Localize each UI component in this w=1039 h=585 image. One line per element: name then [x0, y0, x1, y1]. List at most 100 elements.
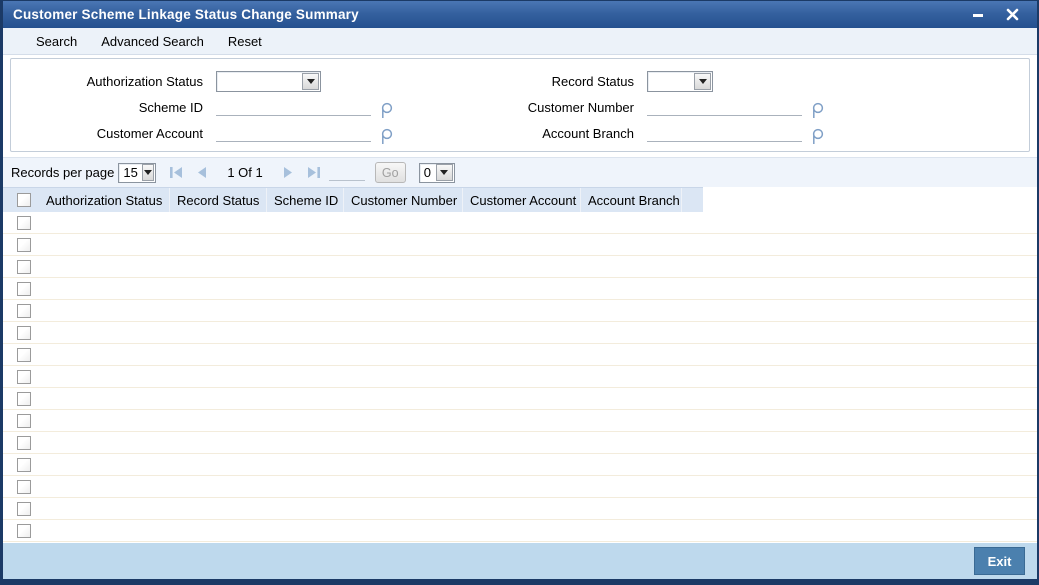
account-branch-input[interactable] [647, 124, 802, 142]
goto-page-input[interactable] [328, 164, 365, 181]
record-status-select[interactable] [647, 70, 713, 92]
row-checkbox[interactable] [17, 413, 31, 428]
row-checkbox-cell [3, 215, 39, 230]
table-row [3, 278, 1037, 300]
row-checkbox-cell [3, 413, 39, 428]
row-checkbox[interactable] [17, 215, 31, 230]
pagination-controls: 1 Of 1 [169, 165, 320, 180]
column-header-scheme-id[interactable]: Scheme ID [267, 188, 344, 212]
table-row [3, 476, 1037, 498]
row-checkbox[interactable] [17, 325, 31, 340]
row-checkbox-cell [3, 501, 39, 516]
customer-number-label: Customer Number [527, 99, 634, 115]
select-all-checkbox[interactable] [17, 193, 31, 207]
table-row [3, 498, 1037, 520]
go-button[interactable]: Go [374, 162, 406, 183]
app-window: Customer Scheme Linkage Status Change Su… [0, 0, 1039, 585]
chevron-down-icon[interactable] [141, 164, 155, 181]
table-row [3, 366, 1037, 388]
customer-account-lookup-icon[interactable] [380, 128, 393, 145]
table-row [3, 322, 1037, 344]
form-left-column: Authorization Status Scheme ID Customer … [11, 68, 520, 151]
row-checkbox-cell [3, 369, 39, 384]
column-header-account-branch[interactable]: Account Branch [581, 188, 682, 212]
row-checkbox[interactable] [17, 237, 31, 252]
row-checkbox[interactable] [17, 259, 31, 274]
toolbar: Search Advanced Search Reset [3, 28, 1037, 55]
window-controls [969, 6, 1027, 24]
record-status-label: Record Status [551, 73, 634, 89]
pagination-bar: Records per page 15 1 Of 1 Go 0 [3, 157, 1037, 187]
next-page-button[interactable] [283, 167, 293, 178]
scheme-id-label: Scheme ID [138, 99, 203, 115]
table-row [3, 454, 1037, 476]
select-all-cell [3, 188, 39, 212]
column-header-record-status[interactable]: Record Status [170, 188, 267, 212]
page-number-value: 0 [423, 165, 431, 180]
reset-action[interactable]: Reset [228, 34, 262, 49]
page-number-select[interactable]: 0 [418, 162, 455, 183]
row-checkbox[interactable] [17, 501, 31, 516]
row-checkbox-cell [3, 391, 39, 406]
first-page-button[interactable] [169, 167, 183, 178]
row-checkbox[interactable] [17, 347, 31, 362]
close-icon [1006, 8, 1018, 21]
table-row [3, 520, 1037, 542]
table-row [3, 234, 1037, 256]
chevron-down-icon[interactable] [435, 164, 453, 181]
row-checkbox[interactable] [17, 479, 31, 494]
chevron-down-icon[interactable] [302, 72, 319, 90]
scheme-id-input[interactable] [216, 98, 371, 116]
authorization-status-field: Authorization Status [11, 68, 520, 94]
column-header-customer-account[interactable]: Customer Account [463, 188, 581, 212]
column-header-authorization-status[interactable]: Authorization Status [39, 188, 170, 212]
advanced-search-action[interactable]: Advanced Search [101, 34, 204, 49]
chevron-down-icon[interactable] [694, 72, 711, 90]
row-checkbox-cell [3, 237, 39, 252]
table-body [3, 212, 1037, 543]
row-checkbox-cell [3, 325, 39, 340]
scheme-id-lookup-icon[interactable] [380, 102, 393, 119]
scheme-id-field: Scheme ID [11, 94, 520, 120]
records-per-page-value: 15 [123, 165, 138, 180]
row-checkbox[interactable] [17, 303, 31, 318]
row-checkbox-cell [3, 303, 39, 318]
row-checkbox-cell [3, 347, 39, 362]
column-header-filler [682, 188, 703, 212]
row-checkbox[interactable] [17, 281, 31, 296]
previous-page-button[interactable] [197, 167, 207, 178]
row-checkbox[interactable] [17, 391, 31, 406]
account-branch-label: Account Branch [542, 125, 634, 141]
exit-button[interactable]: Exit [974, 547, 1025, 575]
customer-account-field: Customer Account [11, 120, 520, 146]
customer-number-lookup-icon[interactable] [811, 102, 824, 119]
minimize-button[interactable] [969, 6, 987, 24]
row-checkbox[interactable] [17, 523, 31, 538]
row-checkbox[interactable] [17, 435, 31, 450]
row-checkbox-cell [3, 435, 39, 450]
search-action[interactable]: Search [36, 34, 77, 49]
minimize-icon [973, 13, 983, 17]
row-checkbox-cell [3, 457, 39, 472]
page-indicator: 1 Of 1 [227, 165, 263, 180]
window-title: Customer Scheme Linkage Status Change Su… [13, 7, 359, 22]
row-checkbox[interactable] [17, 457, 31, 472]
column-header-customer-number[interactable]: Customer Number [344, 188, 463, 212]
table-row [3, 432, 1037, 454]
records-per-page-select[interactable]: 15 [118, 162, 157, 183]
title-bar: Customer Scheme Linkage Status Change Su… [3, 0, 1037, 28]
table-row [3, 300, 1037, 322]
authorization-status-label: Authorization Status [86, 73, 203, 89]
close-button[interactable] [1003, 6, 1021, 24]
last-page-button[interactable] [307, 167, 321, 178]
customer-account-input[interactable] [216, 124, 371, 142]
customer-number-input[interactable] [647, 98, 802, 116]
authorization-status-select[interactable] [216, 70, 321, 92]
table-row [3, 256, 1037, 278]
row-checkbox-cell [3, 479, 39, 494]
row-checkbox[interactable] [17, 369, 31, 384]
account-branch-lookup-icon[interactable] [811, 128, 824, 145]
row-checkbox-cell [3, 523, 39, 538]
row-checkbox-cell [3, 259, 39, 274]
table-header: Authorization Status Record Status Schem… [3, 187, 703, 212]
